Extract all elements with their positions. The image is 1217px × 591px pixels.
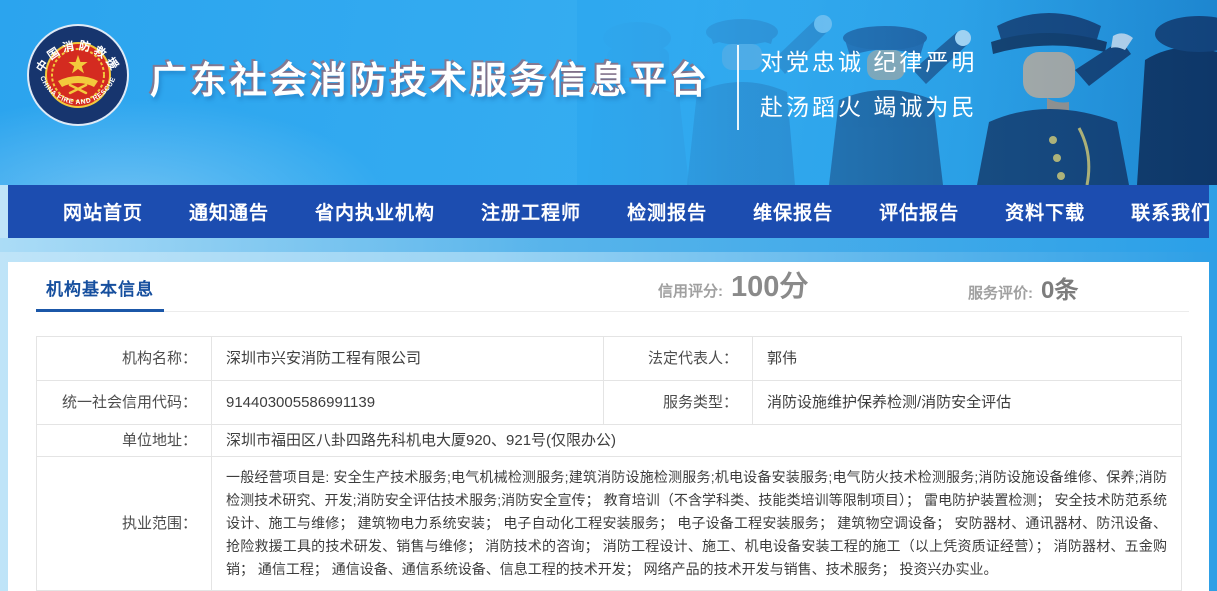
content-panel: 机构基本信息 信用评分: 100分 服务评价: 0条 机构名称： 深圳市兴安消防…: [8, 262, 1209, 591]
slogan-line-2: 赴汤蹈火 竭诚为民: [760, 85, 977, 130]
nav-bottom-band: [0, 238, 1217, 252]
main-nav: 网站首页 通知通告 省内执业机构 注册工程师 检测报告 维保报告 评估报告 资料…: [8, 185, 1209, 238]
credit-score-value: 100分: [731, 263, 808, 305]
nav-item-downloads[interactable]: 资料下载: [1005, 198, 1085, 225]
legal-rep-label: 法定代表人：: [604, 337, 753, 381]
address-label: 单位地址：: [37, 425, 212, 457]
slogan-divider: [737, 45, 739, 130]
org-info-table: 机构名称： 深圳市兴安消防工程有限公司 法定代表人： 郭伟 统一社会信用代码： …: [36, 336, 1182, 591]
nav-item-assessment-reports[interactable]: 评估报告: [879, 198, 959, 225]
table-row: 统一社会信用代码： 914403005586991139 服务类型： 消防设施维…: [37, 381, 1182, 425]
scope-label: 执业范围：: [37, 457, 212, 591]
org-name-label: 机构名称：: [37, 337, 212, 381]
table-row: 执业范围： 一般经营项目是: 安全生产技术服务;电气机械检测服务;建筑消防设施检…: [37, 457, 1182, 591]
nav-item-inspection-reports[interactable]: 检测报告: [627, 198, 707, 225]
service-rating-value: 0条: [1041, 270, 1078, 305]
legal-rep-value: 郭伟: [753, 337, 1182, 381]
nav-item-home[interactable]: 网站首页: [63, 198, 143, 225]
tab-org-basic-info[interactable]: 机构基本信息: [36, 263, 164, 312]
slogan-line-1: 对党忠诚 纪律严明: [760, 40, 977, 85]
table-row: 机构名称： 深圳市兴安消防工程有限公司 法定代表人： 郭伟: [37, 337, 1182, 381]
service-rating-label: 服务评价:: [968, 282, 1033, 303]
address-value: 深圳市福田区八卦四路先科机电大厦920、921号(仅限办公): [212, 425, 1182, 457]
section-header: 机构基本信息 信用评分: 100分 服务评价: 0条: [36, 262, 1189, 312]
credit-code-value: 914403005586991139: [212, 381, 604, 425]
nav-item-contact[interactable]: 联系我们: [1131, 198, 1211, 225]
service-type-label: 服务类型：: [604, 381, 753, 425]
page-title: 广东社会消防技术服务信息平台: [150, 50, 710, 104]
org-name-value: 深圳市兴安消防工程有限公司: [212, 337, 604, 381]
nav-item-provincial-agencies[interactable]: 省内执业机构: [315, 198, 435, 225]
credit-score-label: 信用评分:: [658, 280, 723, 301]
service-type-value: 消防设施维护保养检测/消防安全评估: [753, 381, 1182, 425]
nav-item-maintenance-reports[interactable]: 维保报告: [753, 198, 833, 225]
nav-item-registered-engineers[interactable]: 注册工程师: [481, 198, 581, 225]
nav-item-notices[interactable]: 通知通告: [189, 198, 269, 225]
slogan: 对党忠诚 纪律严明 赴汤蹈火 竭诚为民: [760, 40, 977, 130]
credit-code-label: 统一社会信用代码：: [37, 381, 212, 425]
table-row: 单位地址： 深圳市福田区八卦四路先科机电大厦920、921号(仅限办公): [37, 425, 1182, 457]
scope-value: 一般经营项目是: 安全生产技术服务;电气机械检测服务;建筑消防设施检测服务;机电…: [212, 457, 1182, 591]
service-rating: 服务评价: 0条: [968, 270, 1078, 305]
site-header: 中国消防救援 CHINA FIRE AND RESCUE 广东社会消防技术服务信…: [0, 0, 1217, 185]
credit-score: 信用评分: 100分: [658, 263, 808, 305]
china-fire-rescue-logo-icon: 中国消防救援 CHINA FIRE AND RESCUE: [26, 23, 130, 127]
